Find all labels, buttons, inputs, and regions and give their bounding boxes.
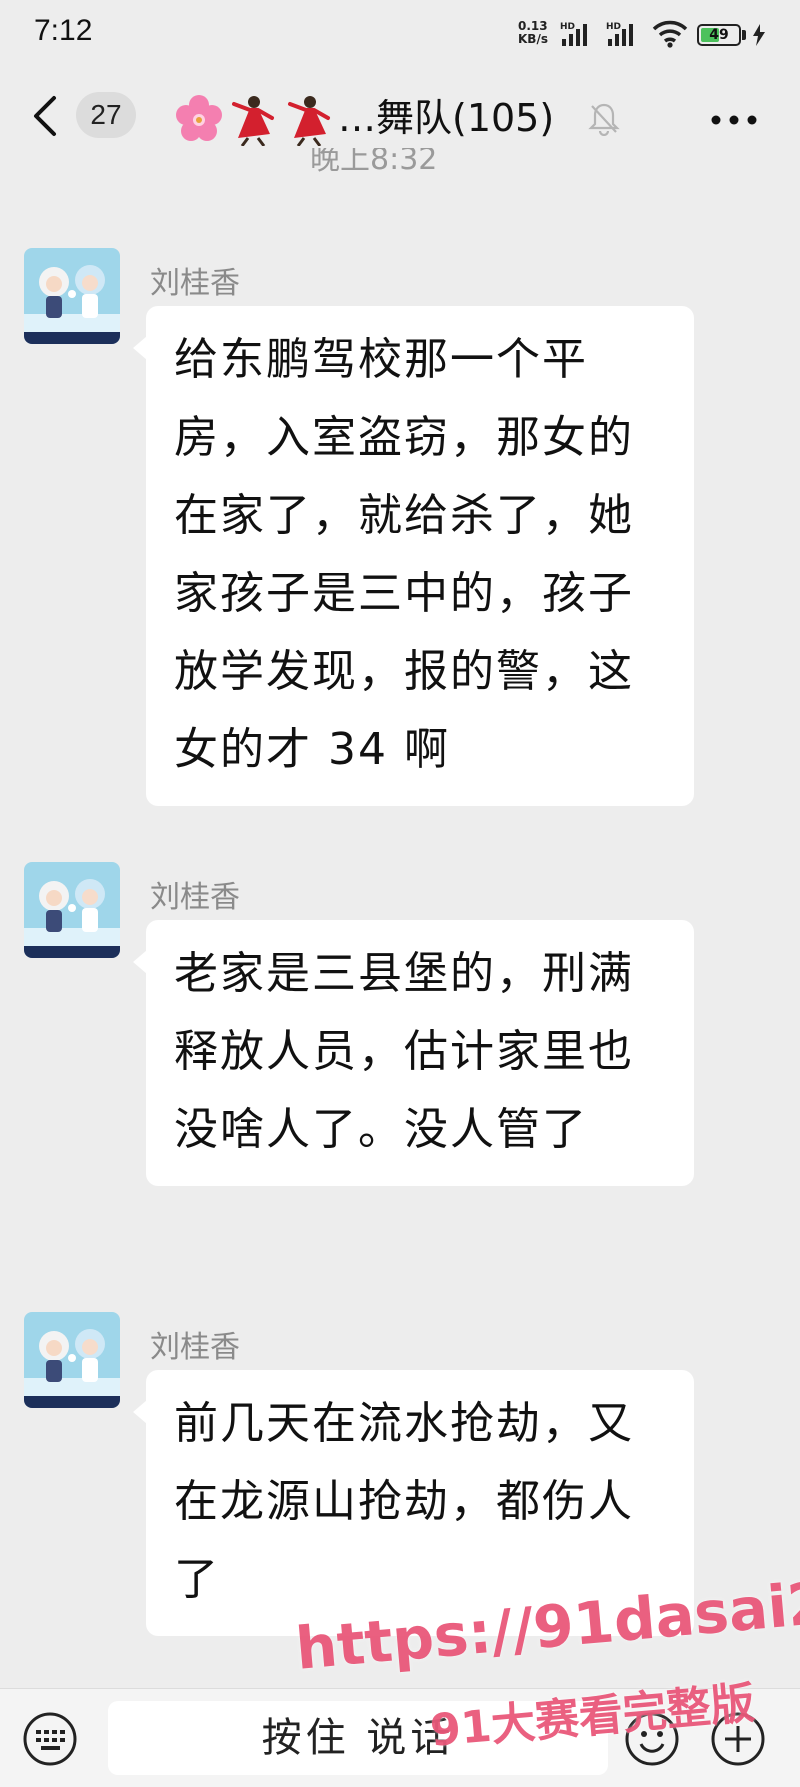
avatar-image — [24, 248, 120, 344]
sender-name: 刘桂香 — [150, 880, 240, 915]
sender-avatar[interactable] — [24, 248, 120, 344]
wifi-icon — [652, 20, 688, 48]
network-speed: 0.13 KB/s — [518, 20, 548, 46]
status-time: 7:12 — [34, 14, 93, 47]
message-text: 老家是三县堡的，刑满释放人员，估计家里也没啥人了。没人管了 — [174, 948, 634, 1155]
unread-count-badge[interactable]: 27 — [76, 92, 136, 138]
avatar-image — [24, 862, 120, 958]
more-options-icon[interactable] — [710, 114, 758, 126]
sender-avatar[interactable] — [24, 862, 120, 958]
sender-avatar[interactable] — [24, 1312, 120, 1408]
group-title[interactable]: …舞队(105) — [338, 94, 554, 142]
time-separator-text: 晚上8:32 — [310, 148, 438, 177]
charging-icon — [753, 24, 765, 46]
dancer-icon — [232, 96, 274, 146]
time-separator: 晚上8:32 — [0, 148, 800, 184]
message-bubble[interactable]: 老家是三县堡的，刑满释放人员，估计家里也没啥人了。没人管了 — [133, 920, 694, 1186]
status-bar: 7:12 0.13 KB/s HD HD 49 — [0, 0, 800, 72]
back-arrow-icon[interactable] — [30, 94, 60, 138]
avatar-image — [24, 1312, 120, 1408]
cherry-blossom-icon — [176, 95, 222, 141]
battery-level: 49 — [709, 27, 729, 43]
keyboard-icon[interactable] — [22, 1711, 78, 1767]
message-bubble[interactable]: 给东鹏驾校那一个平房，入室盗窃，那女的在家了，就给杀了，她家孩子是三中的，孩子放… — [133, 306, 694, 806]
sender-name: 刘桂香 — [150, 266, 240, 301]
sender-name: 刘桂香 — [150, 1330, 240, 1365]
message-text: 给东鹏驾校那一个平房，入室盗窃，那女的在家了，就给杀了，她家孩子是三中的，孩子放… — [174, 334, 634, 775]
mute-bell-icon — [588, 103, 620, 136]
battery-tip — [742, 30, 746, 40]
signal-icon — [562, 24, 587, 46]
signal-icon — [608, 24, 633, 46]
dancer-icon — [288, 96, 330, 146]
network-speed-unit: KB/s — [518, 32, 548, 46]
chat-screen: 7:12 0.13 KB/s HD HD 49 27 …舞队(105) 晚上8:… — [0, 0, 800, 1787]
